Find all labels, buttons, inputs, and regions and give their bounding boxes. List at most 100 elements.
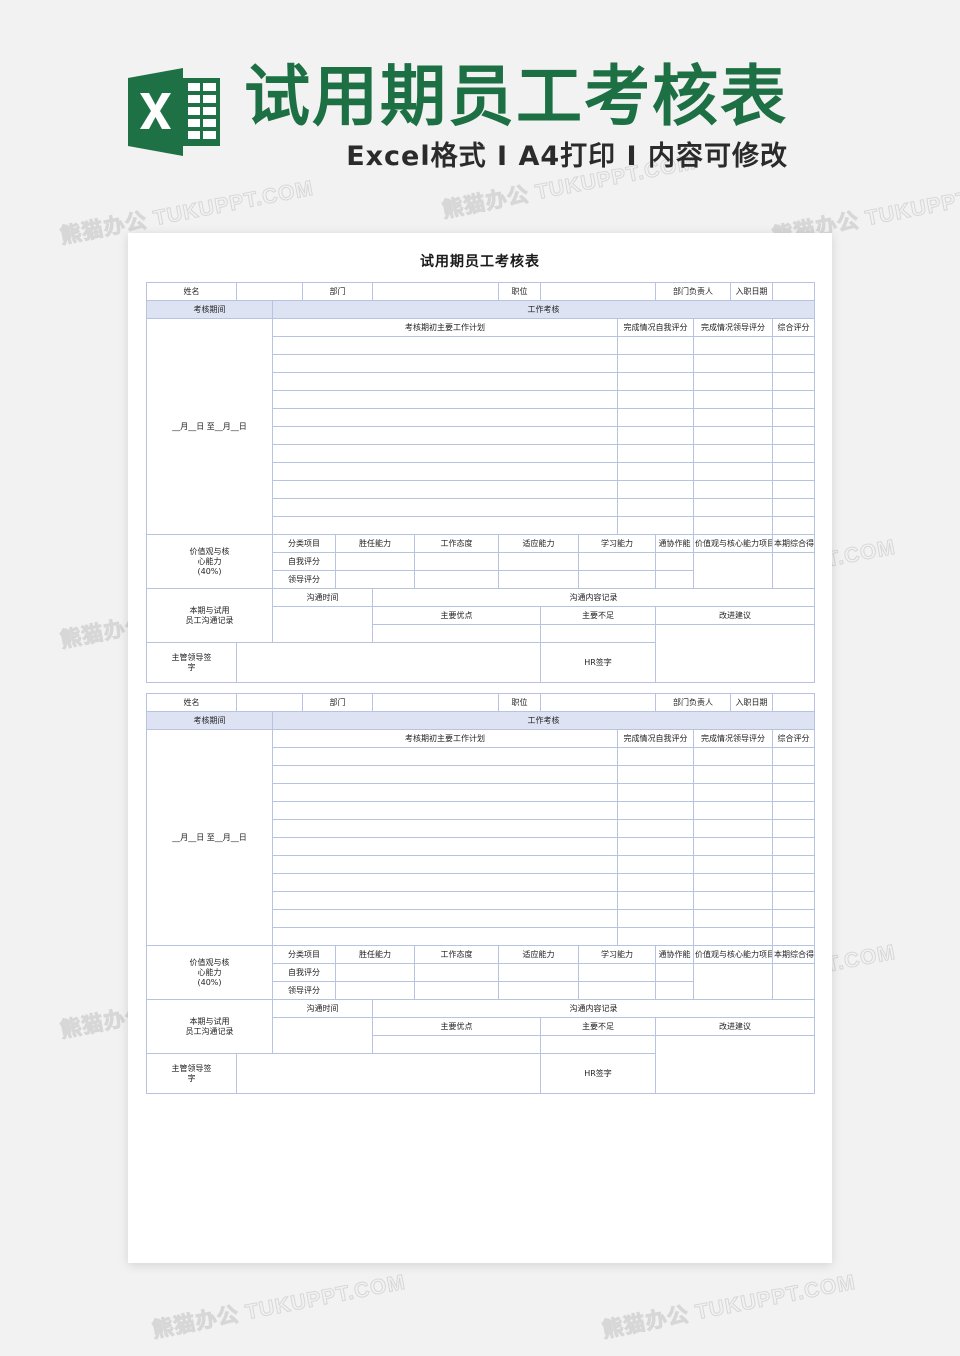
plan-entry-text[interactable] [272, 354, 618, 373]
plan-entry-leader-score[interactable] [693, 390, 773, 409]
plan-entry-total-score[interactable] [772, 783, 815, 802]
plan-entry-leader-score[interactable] [693, 426, 773, 445]
plan-entry-total-score[interactable] [772, 801, 815, 820]
comm-strengths-value[interactable] [372, 624, 541, 643]
plan-entry-total-score[interactable] [772, 855, 815, 874]
plan-entry-total-score[interactable] [772, 408, 815, 427]
period-value[interactable]: __月__日 至__月__日 [146, 318, 273, 535]
plan-entry-self-score[interactable] [617, 747, 694, 766]
plan-entry-text[interactable] [272, 783, 618, 802]
position-value[interactable] [540, 282, 656, 301]
plan-entry-total-score[interactable] [772, 909, 815, 928]
plan-entry-text[interactable] [272, 927, 618, 946]
plan-entry-total-score[interactable] [772, 819, 815, 838]
position-value[interactable] [540, 693, 656, 712]
plan-entry-leader-score[interactable] [693, 354, 773, 373]
self-score-cell[interactable] [578, 552, 656, 571]
plan-entry-total-score[interactable] [772, 444, 815, 463]
comm-weaknesses-value[interactable] [540, 1035, 656, 1054]
plan-entry-self-score[interactable] [617, 765, 694, 784]
plan-entry-self-score[interactable] [617, 408, 694, 427]
plan-entry-text[interactable] [272, 498, 618, 517]
dept-value[interactable] [372, 282, 499, 301]
plan-entry-self-score[interactable] [617, 498, 694, 517]
plan-entry-text[interactable] [272, 909, 618, 928]
comm-suggestions-value[interactable] [655, 1035, 815, 1094]
plan-entry-total-score[interactable] [772, 462, 815, 481]
competency-average-value[interactable] [693, 963, 773, 1000]
plan-entry-self-score[interactable] [617, 909, 694, 928]
leader-score-cell[interactable] [655, 570, 694, 589]
plan-entry-leader-score[interactable] [693, 891, 773, 910]
plan-entry-self-score[interactable] [617, 372, 694, 391]
plan-entry-total-score[interactable] [772, 891, 815, 910]
plan-entry-leader-score[interactable] [693, 783, 773, 802]
plan-entry-text[interactable] [272, 765, 618, 784]
plan-entry-text[interactable] [272, 516, 618, 535]
plan-entry-self-score[interactable] [617, 927, 694, 946]
plan-entry-text[interactable] [272, 408, 618, 427]
period-value[interactable]: __月__日 至__月__日 [146, 729, 273, 946]
plan-entry-self-score[interactable] [617, 390, 694, 409]
leader-score-cell[interactable] [578, 981, 656, 1000]
plan-entry-self-score[interactable] [617, 873, 694, 892]
plan-entry-text[interactable] [272, 426, 618, 445]
plan-entry-self-score[interactable] [617, 891, 694, 910]
leader-score-cell[interactable] [414, 981, 499, 1000]
name-value[interactable] [236, 282, 303, 301]
plan-entry-total-score[interactable] [772, 354, 815, 373]
plan-entry-leader-score[interactable] [693, 765, 773, 784]
leader-score-cell[interactable] [414, 570, 499, 589]
plan-entry-leader-score[interactable] [693, 336, 773, 355]
hire-date-value[interactable] [772, 282, 815, 301]
self-score-cell[interactable] [414, 552, 499, 571]
plan-entry-total-score[interactable] [772, 927, 815, 946]
plan-entry-self-score[interactable] [617, 354, 694, 373]
plan-entry-text[interactable] [272, 336, 618, 355]
leader-score-cell[interactable] [655, 981, 694, 1000]
dept-value[interactable] [372, 693, 499, 712]
plan-entry-text[interactable] [272, 801, 618, 820]
comm-weaknesses-value[interactable] [540, 624, 656, 643]
hire-date-value[interactable] [772, 693, 815, 712]
plan-entry-total-score[interactable] [772, 837, 815, 856]
self-score-cell[interactable] [414, 963, 499, 982]
plan-entry-total-score[interactable] [772, 372, 815, 391]
plan-entry-leader-score[interactable] [693, 480, 773, 499]
self-score-cell[interactable] [498, 963, 579, 982]
plan-entry-total-score[interactable] [772, 765, 815, 784]
supervisor-sign-value[interactable] [236, 642, 541, 683]
plan-entry-total-score[interactable] [772, 426, 815, 445]
competency-period-total-value[interactable] [772, 552, 815, 589]
name-value[interactable] [236, 693, 303, 712]
plan-entry-self-score[interactable] [617, 783, 694, 802]
plan-entry-total-score[interactable] [772, 747, 815, 766]
plan-entry-text[interactable] [272, 837, 618, 856]
plan-entry-text[interactable] [272, 372, 618, 391]
plan-entry-leader-score[interactable] [693, 516, 773, 535]
plan-entry-text[interactable] [272, 855, 618, 874]
self-score-cell[interactable] [335, 552, 415, 571]
plan-entry-self-score[interactable] [617, 819, 694, 838]
plan-entry-self-score[interactable] [617, 837, 694, 856]
plan-entry-text[interactable] [272, 747, 618, 766]
leader-score-cell[interactable] [335, 981, 415, 1000]
plan-entry-leader-score[interactable] [693, 462, 773, 481]
leader-score-cell[interactable] [498, 981, 579, 1000]
competency-period-total-value[interactable] [772, 963, 815, 1000]
plan-entry-text[interactable] [272, 873, 618, 892]
plan-entry-self-score[interactable] [617, 462, 694, 481]
plan-entry-self-score[interactable] [617, 426, 694, 445]
plan-entry-leader-score[interactable] [693, 801, 773, 820]
competency-average-value[interactable] [693, 552, 773, 589]
plan-entry-self-score[interactable] [617, 480, 694, 499]
comm-strengths-value[interactable] [372, 1035, 541, 1054]
plan-entry-total-score[interactable] [772, 480, 815, 499]
plan-entry-text[interactable] [272, 819, 618, 838]
plan-entry-leader-score[interactable] [693, 747, 773, 766]
plan-entry-leader-score[interactable] [693, 837, 773, 856]
plan-entry-self-score[interactable] [617, 801, 694, 820]
leader-score-cell[interactable] [578, 570, 656, 589]
leader-score-cell[interactable] [335, 570, 415, 589]
leader-score-cell[interactable] [498, 570, 579, 589]
